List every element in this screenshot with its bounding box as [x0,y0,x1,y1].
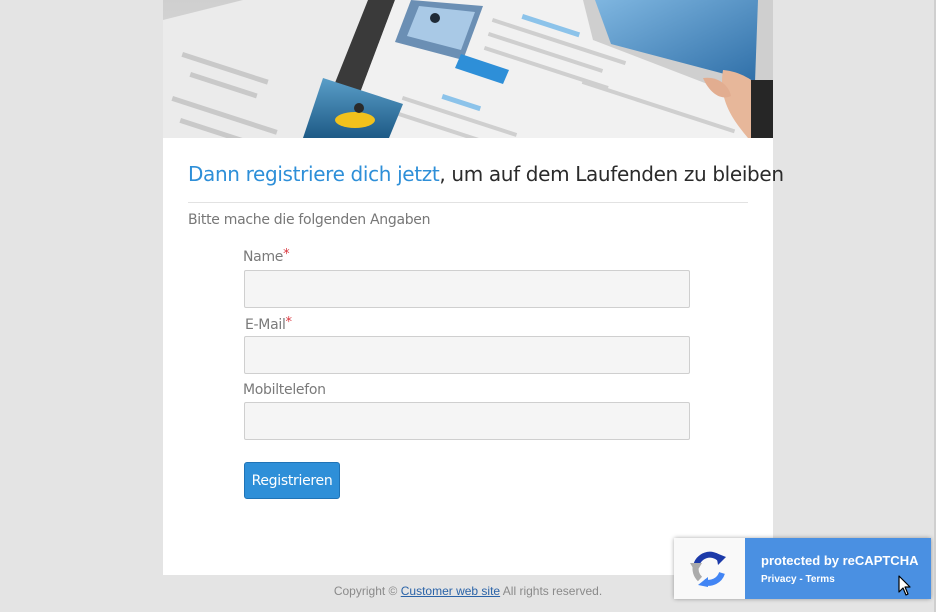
recaptcha-badge[interactable]: protected by reCAPTCHA Privacy - Terms [674,538,931,599]
email-label-text: E-Mail [245,317,286,333]
page-title: Dann registriere dich jetzt, um auf dem … [188,162,784,186]
email-label: E-Mail* [245,315,293,333]
copyright-suffix: All rights reserved. [502,584,603,598]
recaptcha-title: protected by reCAPTCHA [761,553,919,568]
page-title-rest: , um auf dem Laufenden zu bleiben [439,162,784,186]
page-title-accent: Dann registriere dich jetzt [188,162,440,186]
register-button[interactable]: Registrieren [244,462,340,499]
name-input[interactable] [244,270,690,308]
customer-site-link[interactable]: Customer web site [401,584,500,598]
mouse-pointer-icon [898,575,912,602]
privacy-link[interactable]: Privacy [761,574,797,585]
form-intro-text: Bitte mache die folgenden Angaben [188,212,431,228]
mobile-phone-input[interactable] [244,402,690,440]
email-input[interactable] [244,336,690,374]
title-divider [188,202,748,203]
recaptcha-logo-icon [674,538,745,599]
terms-link[interactable]: Terms [805,574,834,585]
name-label: Name* [243,247,290,265]
hero-image [163,0,773,138]
copyright-prefix: Copyright © [333,584,398,598]
name-label-text: Name [243,249,284,265]
mobile-label: Mobiltelefon [243,382,326,398]
required-marker: * [283,247,290,262]
signup-card: Dann registriere dich jetzt, um auf dem … [163,0,784,575]
recaptcha-links: Privacy - Terms [761,574,835,585]
required-marker: * [285,315,293,330]
